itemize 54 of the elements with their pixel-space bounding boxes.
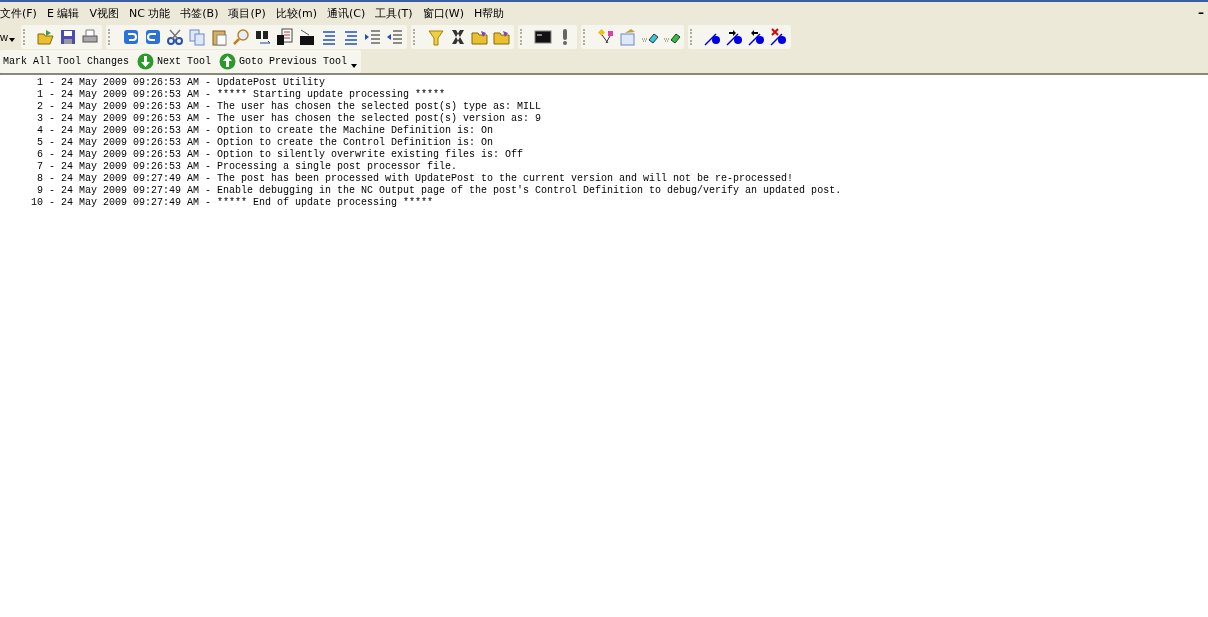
menu-item[interactable]: V视图 xyxy=(89,5,119,21)
tool-button[interactable]: Mark All Tool Changes xyxy=(0,50,134,73)
menu-item[interactable]: 窗口(W) xyxy=(422,5,465,21)
printer-icon[interactable] xyxy=(80,28,99,46)
menu-item[interactable]: 项目(P) xyxy=(228,5,266,21)
line-number: 3 xyxy=(36,113,43,125)
caret-icon[interactable] xyxy=(8,38,15,42)
log-message: - 24 May 2009 09:27:49 AM - Enable debugging in the NC Output page of the post's Control Definition to debug/verify an updated post. xyxy=(49,185,842,197)
line-number: 2 xyxy=(36,101,43,113)
menu-item[interactable]: 书签(B) xyxy=(180,5,219,21)
line-number: 10 xyxy=(30,197,43,209)
diagram-icon[interactable] xyxy=(596,28,615,46)
tool-button[interactable]: Goto Previous Tool xyxy=(215,50,352,73)
log-message: - 24 May 2009 09:26:53 AM - Option to silently overwrite existing files is: Off xyxy=(49,149,524,161)
log-message: - 24 May 2009 09:26:53 AM - Processing a single post processor file. xyxy=(49,161,458,173)
menu-item[interactable]: 文件(F) xyxy=(0,5,37,21)
log-message: - 24 May 2009 09:26:53 AM - Option to create the Machine Definition is: On xyxy=(49,125,494,137)
redo-icon[interactable] xyxy=(143,28,162,46)
menu-item[interactable]: 比较(m) xyxy=(275,5,317,21)
menu-item[interactable]: NC 功能 xyxy=(128,5,171,21)
folder-icon[interactable] xyxy=(492,28,511,46)
menu-item[interactable]: H帮助 xyxy=(474,5,505,21)
caret-icon[interactable] xyxy=(351,63,358,68)
document-icon[interactable] xyxy=(275,28,294,46)
menu-item[interactable]: E 编辑 xyxy=(46,5,80,21)
folder-open-icon[interactable] xyxy=(36,28,55,46)
paste-icon[interactable] xyxy=(209,28,228,46)
log-message: - 24 May 2009 09:27:49 AM - ***** End of update processing ***** xyxy=(49,197,434,209)
menu-item[interactable]: 通讯(C) xyxy=(327,5,366,21)
toolbar-button[interactable]: w xyxy=(0,31,8,43)
menu-item[interactable]: 工具(T) xyxy=(375,5,413,21)
line-number: 5 xyxy=(36,137,43,149)
log-message: - 24 May 2009 09:26:53 AM - The user has chosen the selected post(s) version as: 9 xyxy=(49,113,542,125)
log-message: - 24 May 2009 09:26:53 AM - UpdatePost Utility xyxy=(49,77,326,89)
tool-button[interactable]: Next Tool xyxy=(133,50,216,73)
log-message: - 24 May 2009 09:27:49 AM - The post has been processed with UpdatePost to the current version and will not be re-processed! xyxy=(49,173,794,185)
indent-icon[interactable] xyxy=(363,28,382,46)
log-message: - 24 May 2009 09:26:53 AM - The user has chosen the selected post(s) type as: MILL xyxy=(49,101,542,113)
outdent-icon[interactable] xyxy=(385,28,404,46)
log-message: - 24 May 2009 09:26:53 AM - Option to create the Control Definition is: On xyxy=(49,137,494,149)
log-message: - 24 May 2009 09:26:53 AM - ***** Starting update processing ***** xyxy=(49,89,446,101)
line-number: 7 xyxy=(36,161,43,173)
scissors-icon[interactable] xyxy=(165,28,184,46)
line-number: 1 xyxy=(36,77,43,89)
line-number: 1 xyxy=(36,89,43,101)
save-icon[interactable] xyxy=(58,28,77,46)
line-number: 6 xyxy=(36,149,43,161)
folder-icon[interactable] xyxy=(470,28,489,46)
undo-icon[interactable] xyxy=(121,28,140,46)
terminal-icon[interactable] xyxy=(533,28,552,46)
minimize-button[interactable]: – xyxy=(1198,6,1204,20)
line-number: 9 xyxy=(36,185,43,197)
line-number: 4 xyxy=(36,125,43,137)
line-number: 8 xyxy=(36,173,43,185)
